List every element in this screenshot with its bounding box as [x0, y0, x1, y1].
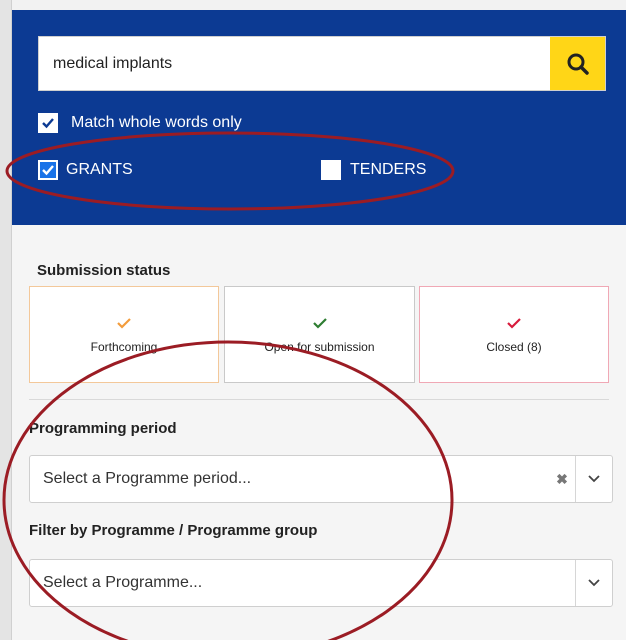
section-divider: [29, 399, 609, 400]
chevron-down-icon[interactable]: [576, 560, 612, 606]
programme-select[interactable]: Select a Programme...: [29, 559, 613, 607]
search-icon: [567, 53, 589, 75]
programming-period-title: Programming period: [29, 420, 177, 437]
clear-icon[interactable]: ✖: [552, 456, 572, 502]
checkmark-icon: [42, 165, 54, 176]
search-button[interactable]: [550, 37, 605, 90]
search-input[interactable]: [39, 37, 551, 90]
checkmark-icon: [117, 317, 131, 329]
programme-filter-title: Filter by Programme / Programme group: [29, 522, 318, 539]
grants-label: GRANTS: [66, 161, 133, 178]
search-filter-panel: Match whole words only GRANTS TENDERS Su…: [12, 10, 626, 640]
programme-placeholder: Select a Programme...: [43, 574, 203, 591]
status-card-label: Open for submission: [264, 339, 375, 354]
submission-status-title: Submission status: [37, 262, 171, 279]
chevron-down-icon[interactable]: [576, 456, 612, 502]
top-edge-strip: [12, 0, 626, 10]
status-card-closed[interactable]: Closed (8): [419, 286, 609, 383]
programme-period-select[interactable]: Select a Programme period... ✖: [29, 455, 613, 503]
match-whole-words-checkbox[interactable]: [38, 113, 58, 133]
programme-period-placeholder: Select a Programme period...: [43, 470, 252, 487]
match-whole-words-label: Match whole words only: [71, 114, 242, 131]
checkmark-icon: [312, 317, 327, 329]
grants-checkbox[interactable]: [38, 160, 58, 180]
search-header: Match whole words only GRANTS TENDERS: [12, 10, 626, 225]
status-card-label: Forthcoming: [90, 339, 158, 354]
checkmark-icon: [507, 317, 521, 329]
checkmark-icon: [42, 118, 54, 129]
status-card-forthcoming[interactable]: Forthcoming: [29, 286, 219, 383]
left-edge-bar: [0, 0, 12, 640]
search-box: [38, 36, 606, 91]
status-card-open[interactable]: Open for submission: [224, 286, 415, 383]
tenders-checkbox[interactable]: [321, 160, 341, 180]
tenders-label: TENDERS: [350, 161, 427, 178]
status-card-label: Closed (8): [486, 339, 542, 354]
